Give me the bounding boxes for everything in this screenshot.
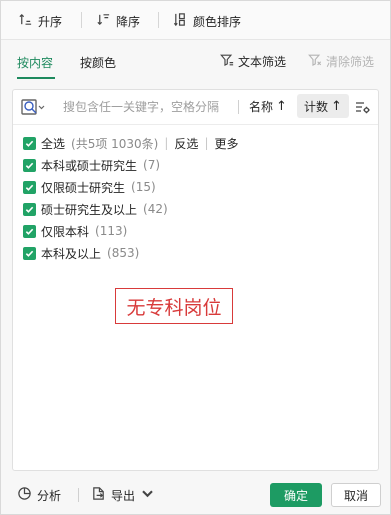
check-icon [25, 184, 34, 191]
list-item[interactable]: 仅限本科 (113) [23, 220, 239, 242]
item-label: 本科或硕士研究生 [41, 158, 138, 173]
check-icon [25, 228, 34, 235]
check-icon [25, 162, 34, 169]
divider [238, 100, 239, 114]
item-checkbox[interactable] [23, 246, 36, 260]
item-count: (113) [95, 224, 128, 238]
sort-asc-icon [18, 12, 33, 30]
invert-selection-link[interactable]: 反选 [174, 135, 198, 152]
active-tab-indicator [17, 77, 55, 79]
confirm-button[interactable]: 确定 [270, 483, 322, 507]
select-all-label: 全选 [41, 136, 66, 151]
tab-by-content[interactable]: 按内容 [17, 54, 53, 71]
divider [81, 12, 82, 28]
item-checkbox[interactable] [23, 180, 36, 194]
check-icon [25, 206, 34, 213]
item-label: 硕士研究生及以上 [41, 202, 138, 217]
arrow-up-icon: ↑ [276, 98, 287, 114]
item-count: (853) [107, 246, 140, 260]
export-icon [91, 486, 106, 504]
check-icon [25, 140, 34, 147]
arrow-up-icon: ↑ [331, 98, 342, 114]
list-item[interactable]: 仅限硕士研究生 (15) [23, 176, 239, 198]
select-all-row: 全选 (共5项 1030条) | 反选 | 更多 [23, 132, 239, 154]
filter-icon [220, 53, 234, 70]
search-scope-icon[interactable] [21, 98, 47, 116]
cancel-button[interactable]: 取消 [331, 483, 381, 507]
value-list: 全选 (共5项 1030条) | 反选 | 更多 本科或硕士研究生 (7) 仅限… [23, 132, 239, 264]
sort-by-name-button[interactable]: 名称 ↑ [242, 94, 294, 118]
list-options-icon[interactable] [354, 99, 370, 115]
item-checkbox[interactable] [23, 202, 36, 216]
tab-by-color[interactable]: 按颜色 [80, 54, 116, 71]
sort-toolbar: 升序 降序 颜色排序 [1, 1, 390, 40]
sort-by-count-button[interactable]: 计数 ↑ [297, 94, 349, 118]
item-count: (42) [143, 202, 168, 216]
sort-desc-icon [96, 12, 111, 30]
item-label: 仅限硕士研究生 [41, 180, 126, 195]
annotation-label: 无专科岗位 [115, 288, 233, 324]
select-all-checkbox[interactable] [23, 136, 36, 150]
list-item[interactable]: 本科及以上 (853) [23, 242, 239, 264]
item-count: (7) [143, 158, 161, 172]
divider: | [164, 136, 169, 150]
item-label: 仅限本科 [41, 224, 90, 239]
footer-bar: 分析 导出 确定 取消 [1, 473, 390, 515]
more-options-link[interactable]: 更多 [214, 135, 238, 152]
sort-ascending-button[interactable]: 升序 [18, 11, 62, 31]
color-sort-button[interactable]: 颜色排序 [173, 11, 241, 31]
analyze-button[interactable]: 分析 [17, 486, 61, 504]
item-checkbox[interactable] [23, 158, 36, 172]
filter-list-box: 名称 ↑ 计数 ↑ 全选 (共5项 1030条) | 反选 | 更多 [12, 89, 379, 471]
chevron-down-icon [140, 486, 155, 504]
list-item[interactable]: 本科或硕士研究生 (7) [23, 154, 239, 176]
list-item[interactable]: 硕士研究生及以上 (42) [23, 198, 239, 220]
item-checkbox[interactable] [23, 224, 36, 238]
divider [78, 488, 79, 502]
clear-filter-button[interactable]: 清除筛选 [308, 53, 374, 70]
check-icon [25, 250, 34, 257]
search-input[interactable] [63, 98, 228, 116]
text-filter-button[interactable]: 文本筛选 [220, 53, 286, 70]
divider [158, 12, 159, 28]
divider: | [204, 136, 209, 150]
analyze-icon [17, 486, 32, 504]
item-count: (15) [131, 180, 156, 194]
item-label: 本科及以上 [41, 246, 102, 261]
select-all-count: (共5项 1030条) [71, 136, 159, 151]
sort-descending-button[interactable]: 降序 [96, 11, 140, 31]
filter-panel: 升序 降序 颜色排序 按内容 按颜色 文本筛选 清除筛选 搜包含任一关键字，空格… [0, 0, 391, 515]
search-row: 名称 ↑ 计数 ↑ [13, 90, 378, 125]
color-sort-icon [173, 12, 188, 30]
export-button[interactable]: 导出 [91, 486, 155, 504]
clear-filter-icon [308, 53, 322, 70]
